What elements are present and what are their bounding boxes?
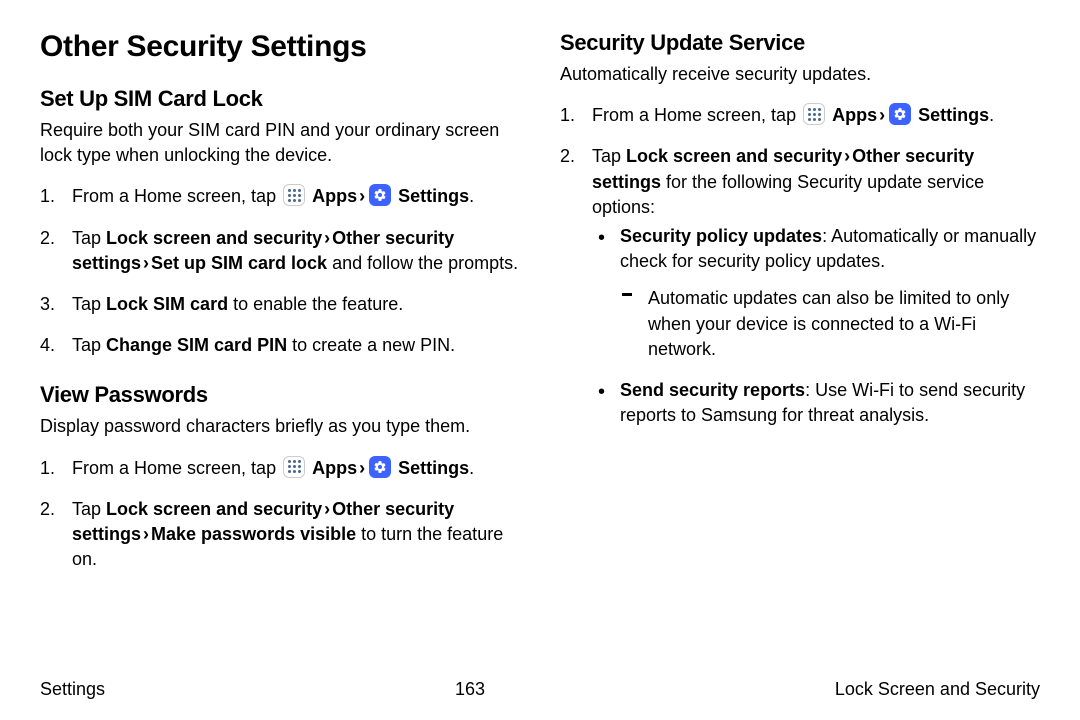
left-column: Other Security Settings Set Up SIM Card … (40, 30, 520, 588)
bold-text: Lock SIM card (106, 294, 228, 314)
bold-text: Set up SIM card lock (151, 253, 327, 273)
chevron-right-icon: › (141, 253, 151, 273)
apps-icon (283, 456, 305, 478)
list-item: Tap Lock screen and security›Other secur… (40, 497, 520, 573)
apps-label: Apps (832, 105, 877, 125)
list-item: Automatic updates can also be limited to… (620, 286, 1040, 362)
intro-sim: Require both your SIM card PIN and your … (40, 118, 520, 168)
apps-icon (803, 103, 825, 125)
step-text: to create a new PIN. (287, 335, 455, 355)
step-text: Tap (72, 294, 106, 314)
step-text: Tap (72, 335, 106, 355)
chevron-right-icon: › (322, 228, 332, 248)
bold-text: Lock screen and security (626, 146, 842, 166)
intro-passwords: Display password characters briefly as y… (40, 414, 520, 439)
bold-text: Lock screen and security (106, 228, 322, 248)
steps-sus: From a Home screen, tap Apps› Settings. … (560, 103, 1040, 428)
chevron-right-icon: › (842, 146, 852, 166)
chevron-right-icon: › (322, 499, 332, 519)
list-item: Tap Lock screen and security›Other secur… (560, 144, 1040, 428)
list-item: Security policy updates: Automatically o… (592, 224, 1040, 362)
step-text: From a Home screen, tap (72, 458, 281, 478)
footer-left: Settings (40, 679, 105, 700)
footer: Settings 163 Lock Screen and Security (40, 679, 1040, 700)
bold-text: Security policy updates (620, 226, 822, 246)
right-column: Security Update Service Automatically re… (560, 30, 1040, 588)
settings-label: Settings (398, 458, 469, 478)
list-item: From a Home screen, tap Apps› Settings. (40, 184, 520, 209)
page-number: 163 (455, 679, 485, 700)
chevron-right-icon: › (141, 524, 151, 544)
steps-passwords: From a Home screen, tap Apps› Settings. … (40, 456, 520, 573)
settings-icon (889, 103, 911, 125)
step-text: to enable the feature. (228, 294, 403, 314)
settings-icon (369, 184, 391, 206)
step-text: From a Home screen, tap (592, 105, 801, 125)
steps-sim: From a Home screen, tap Apps› Settings. … (40, 184, 520, 358)
intro-sus: Automatically receive security updates. (560, 62, 1040, 87)
settings-icon (369, 456, 391, 478)
step-text: and follow the prompts. (327, 253, 518, 273)
dash-list: Automatic updates can also be limited to… (620, 286, 1040, 362)
apps-label: Apps (312, 458, 357, 478)
list-item: Tap Change SIM card PIN to create a new … (40, 333, 520, 358)
chevron-right-icon: › (357, 458, 367, 478)
step-text: Tap (72, 499, 106, 519)
step-text: From a Home screen, tap (72, 186, 281, 206)
chevron-right-icon: › (877, 105, 887, 125)
step-text: Tap (72, 228, 106, 248)
footer-right: Lock Screen and Security (835, 679, 1040, 700)
bold-text: Lock screen and security (106, 499, 322, 519)
step-text: Tap (592, 146, 626, 166)
list-item: Send security reports: Use Wi-Fi to send… (592, 378, 1040, 428)
bold-text: Make passwords visible (151, 524, 356, 544)
apps-icon (283, 184, 305, 206)
bullets-sus: Security policy updates: Automatically o… (592, 224, 1040, 428)
apps-label: Apps (312, 186, 357, 206)
section-heading-sim: Set Up SIM Card Lock (40, 86, 520, 112)
bold-text: Send security reports (620, 380, 805, 400)
list-item: From a Home screen, tap Apps› Settings. (560, 103, 1040, 128)
settings-label: Settings (918, 105, 989, 125)
section-heading-sus: Security Update Service (560, 30, 1040, 56)
bold-text: Change SIM card PIN (106, 335, 287, 355)
list-item: Tap Lock screen and security›Other secur… (40, 226, 520, 276)
settings-label: Settings (398, 186, 469, 206)
list-item: Tap Lock SIM card to enable the feature. (40, 292, 520, 317)
section-heading-passwords: View Passwords (40, 382, 520, 408)
list-item: From a Home screen, tap Apps› Settings. (40, 456, 520, 481)
chevron-right-icon: › (357, 186, 367, 206)
page-title: Other Security Settings (40, 30, 520, 64)
